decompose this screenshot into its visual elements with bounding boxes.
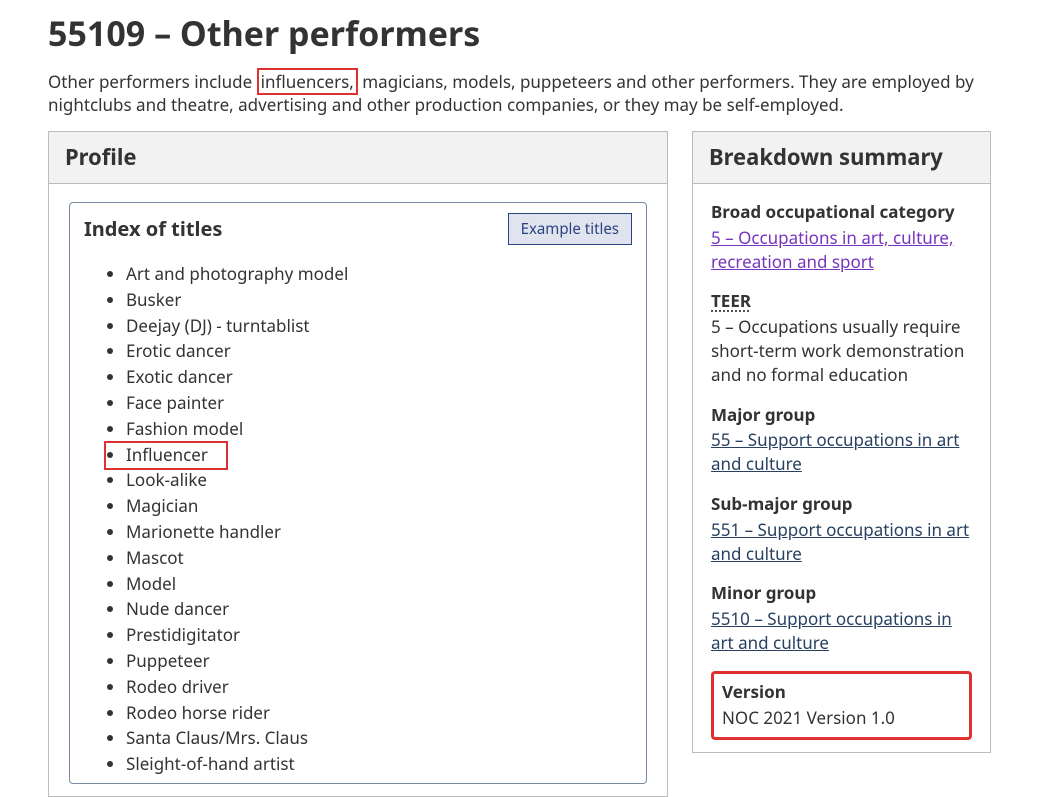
broad-category-link[interactable]: 5 – Occupations in art, culture, recreat… [711,226,954,273]
titles-list: Art and photography model Busker Deejay (D… [70,261,646,777]
list-item: Art and photography model [126,261,646,287]
list-item: Influencer [126,442,646,468]
title-text: Marionette handler [126,520,281,543]
profile-header: Profile [49,132,667,184]
example-titles-button[interactable]: Example titles [508,213,632,245]
submajor-group-group: Sub-major group 551 – Support occupation… [711,492,972,565]
list-item: Busker [126,287,646,313]
title-text: Deejay (DJ) - turntablist [126,314,310,337]
submajor-group-link[interactable]: 551 – Support occupations in art and cul… [711,518,969,565]
index-of-titles-heading: Index of titles [84,215,222,243]
intro-highlight-influencers: influencers, [257,68,358,95]
title-text: Sleight-of-hand artist [126,752,295,775]
intro-before: Other performers include [48,70,257,93]
title-text: Busker [126,288,181,311]
list-item: Face painter [126,390,646,416]
list-item: Model [126,571,646,597]
breakdown-panel: Breakdown summary Broad occupational cat… [692,131,991,753]
major-group-label: Major group [711,403,972,427]
version-group: Version NOC 2021 Version 1.0 [711,671,972,741]
submajor-group-label: Sub-major group [711,492,972,516]
title-text: Magician [126,494,198,517]
title-text: Mascot [126,546,184,569]
breakdown-header: Breakdown summary [693,132,990,184]
list-item: Prestidigitator [126,622,646,648]
list-item: Fashion model [126,416,646,442]
list-item: Deejay (DJ) - turntablist [126,313,646,339]
list-item: Santa Claus/Mrs. Claus [126,725,646,751]
broad-category-label: Broad occupational category [711,200,972,224]
teer-label: TEER [711,289,751,313]
version-text: NOC 2021 Version 1.0 [722,706,961,730]
profile-panel: Profile Index of titles Example titles A… [48,131,668,797]
minor-group-label: Minor group [711,581,972,605]
major-group-group: Major group 55 – Support occupations in … [711,403,972,476]
page-title: 55109 – Other performers [48,10,991,58]
broad-category-group: Broad occupational category 5 – Occupati… [711,200,972,273]
title-text: Puppeteer [126,649,210,672]
title-text: Nude dancer [126,597,229,620]
title-text: Exotic dancer [126,365,233,388]
list-item: Erotic dancer [126,338,646,364]
list-item: Rodeo horse rider [126,700,646,726]
intro-text: Other performers include influencers, ma… [48,70,991,118]
list-item: Nude dancer [126,596,646,622]
title-text: Face painter [126,391,224,414]
title-text: Model [126,572,176,595]
version-label: Version [722,680,961,704]
title-text: Rodeo driver [126,675,229,698]
title-text: Influencer [126,443,208,466]
title-text: Look-alike [126,468,207,491]
list-item: Sleight-of-hand artist [126,751,646,777]
list-item: Exotic dancer [126,364,646,390]
list-item: Puppeteer [126,648,646,674]
minor-group-link[interactable]: 5510 – Support occupations in art and cu… [711,607,952,654]
list-item: Mascot [126,545,646,571]
teer-group: TEER 5 – Occupations usually require sho… [711,289,972,386]
major-group-link[interactable]: 55 – Support occupations in art and cult… [711,428,959,475]
list-item: Magician [126,493,646,519]
list-item: Marionette handler [126,519,646,545]
index-of-titles-card: Index of titles Example titles Art and p… [69,202,647,784]
title-text: Prestidigitator [126,623,240,646]
title-text: Art and photography model [126,262,348,285]
list-item: Rodeo driver [126,674,646,700]
minor-group-group: Minor group 5510 – Support occupations i… [711,581,972,654]
title-text: Erotic dancer [126,339,231,362]
title-text: Fashion model [126,417,243,440]
teer-text: 5 – Occupations usually require short-te… [711,315,972,386]
title-text: Santa Claus/Mrs. Claus [126,726,308,749]
list-item: Look-alike [126,467,646,493]
